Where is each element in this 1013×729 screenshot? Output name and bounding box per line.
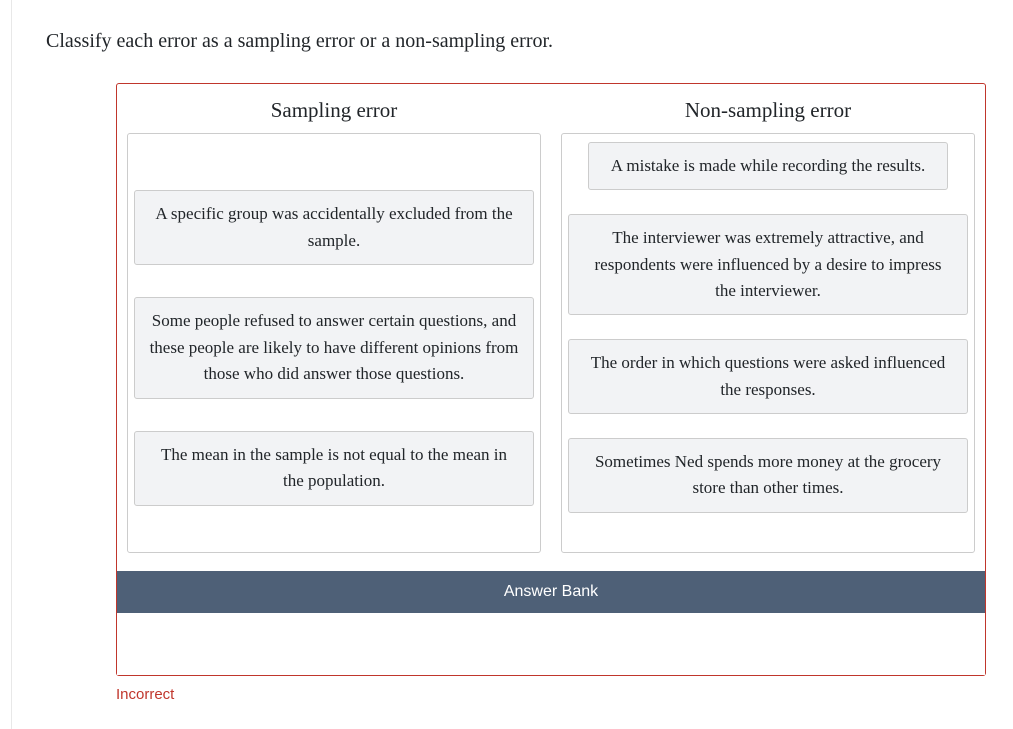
- non-sampling-error-column: Non-sampling error A mistake is made whi…: [561, 94, 975, 553]
- sampling-error-column: Sampling error A specific group was acci…: [127, 94, 541, 553]
- non-sampling-error-title: Non-sampling error: [685, 98, 851, 123]
- answer-bank-header[interactable]: Answer Bank: [117, 571, 985, 613]
- answer-card[interactable]: Sometimes Ned spends more money at the g…: [568, 438, 968, 513]
- status-text: Incorrect: [116, 686, 1013, 703]
- answer-card[interactable]: Some people refused to answer certain qu…: [134, 297, 534, 398]
- answer-card[interactable]: A specific group was accidentally exclud…: [134, 190, 534, 265]
- answer-card[interactable]: The interviewer was extremely attractive…: [568, 214, 968, 315]
- answer-card[interactable]: The mean in the sample is not equal to t…: [134, 431, 534, 506]
- answer-bank-body[interactable]: [117, 613, 985, 675]
- sampling-error-title: Sampling error: [271, 98, 398, 123]
- exercise-container: Sampling error A specific group was acci…: [116, 83, 986, 676]
- answer-card[interactable]: The order in which questions were asked …: [568, 339, 968, 414]
- non-sampling-error-dropzone[interactable]: A mistake is made while recording the re…: [561, 133, 975, 553]
- question-prompt: Classify each error as a sampling error …: [46, 30, 1013, 53]
- sampling-error-dropzone[interactable]: A specific group was accidentally exclud…: [127, 133, 541, 553]
- answer-card[interactable]: A mistake is made while recording the re…: [588, 142, 948, 190]
